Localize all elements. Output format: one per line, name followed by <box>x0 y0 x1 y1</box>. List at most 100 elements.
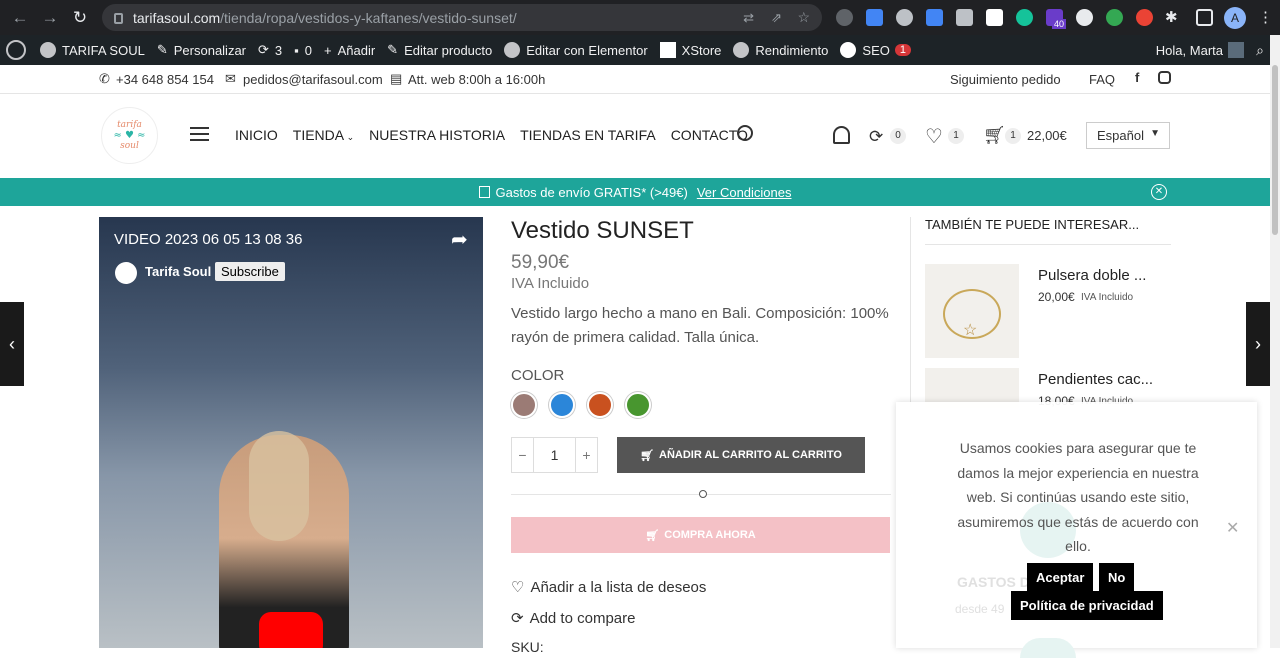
forward-icon[interactable]: → <box>35 8 65 28</box>
buy-now-button[interactable]: 🛒︎ COMPRA AHORA <box>511 517 890 553</box>
tracking-link[interactable]: Siguimiento pedido <box>950 72 1061 87</box>
share-icon[interactable]: ⇗ <box>771 10 782 26</box>
pinwheel-extension-icon[interactable] <box>1076 9 1093 26</box>
cart-button-icon: 🛒︎ <box>640 449 655 462</box>
site-logo[interactable]: tarifa ≈ ♥ ≈ soul <box>101 107 158 164</box>
related-item-name[interactable]: Pendientes cac... <box>1038 371 1153 388</box>
compare-icon[interactable]: ⟳ <box>869 127 883 147</box>
cart-icon[interactable]: 🛒︎ <box>983 125 1006 146</box>
qty-plus-button[interactable]: + <box>575 438 597 472</box>
language-select[interactable]: Español ▼ <box>1086 122 1170 149</box>
menu-item-tiendas[interactable]: TIENDAS EN TARIFA <box>520 127 656 143</box>
reload-icon[interactable]: ↻ <box>65 8 95 28</box>
logo-waves: ≈ ♥ ≈ <box>113 130 146 141</box>
wp-search-icon[interactable]: ⌕ <box>1256 42 1264 59</box>
search-icon[interactable] <box>737 125 753 141</box>
qty-input[interactable]: 1 <box>534 447 575 463</box>
wp-add-link[interactable]: + Añadir <box>324 43 375 58</box>
address-bar[interactable]: tarifasoul.com/tienda/ropa/vestidos-y-ka… <box>102 4 822 31</box>
wp-performance-link[interactable]: Rendimiento <box>733 42 828 58</box>
wp-xstore-link[interactable]: XStore <box>659 42 721 58</box>
elementor-icon <box>504 42 521 58</box>
color-extension-icon[interactable] <box>1106 9 1123 26</box>
translate-icon[interactable]: ⇄ <box>743 10 754 26</box>
scrollbar-thumb[interactable] <box>1272 65 1278 235</box>
phone-number[interactable]: +34 648 854 154 <box>116 72 214 87</box>
performance-icon <box>733 42 750 58</box>
s-extension-icon[interactable] <box>986 9 1003 26</box>
grammarly-extension-icon[interactable] <box>1016 9 1033 26</box>
facebook-icon[interactable]: f <box>1135 70 1139 85</box>
dashboard-icon <box>40 42 56 58</box>
url-host: tarifasoul.com <box>133 9 221 26</box>
menu-item-inicio[interactable]: INICIO <box>235 127 278 143</box>
recycle-extension-icon[interactable] <box>836 9 853 26</box>
related-item-name[interactable]: Pulsera doble ... <box>1038 267 1146 284</box>
product-video[interactable]: VIDEO 2023 06 05 13 08 36 ➦ Tarifa Soul … <box>99 217 483 648</box>
logo-word-bottom: soul <box>120 141 139 151</box>
language-select-value: Español <box>1097 128 1144 143</box>
cookie-reject-button[interactable]: No <box>1099 563 1135 592</box>
extensions-puzzle-icon[interactable]: ✱ <box>1165 8 1178 26</box>
wp-elementor-link[interactable]: Editar con Elementor <box>504 42 648 58</box>
add-to-wishlist-link[interactable]: ♡ Añadir a la lista de deseos <box>511 578 706 596</box>
swatch-blue[interactable] <box>549 392 575 418</box>
browser-menu-icon[interactable]: ⋮ <box>1258 8 1273 26</box>
pencil-icon: ✎ <box>387 42 399 57</box>
cookie-accept-button[interactable]: Aceptar <box>1027 563 1094 592</box>
camera-extension-icon[interactable] <box>956 9 973 26</box>
channel-avatar[interactable] <box>115 262 137 284</box>
promo-link[interactable]: Ver Condiciones <box>697 185 792 200</box>
brush-icon: ✎ <box>156 42 168 57</box>
wishlist-icon[interactable]: ♡ <box>925 124 943 149</box>
privacy-policy-button[interactable]: Política de privacidad <box>1011 591 1163 620</box>
chrome-extension-icon[interactable] <box>1136 9 1153 26</box>
wp-site-link[interactable]: TARIFA SOUL <box>40 42 145 58</box>
swatch-orange[interactable] <box>587 392 613 418</box>
swatch-green[interactable] <box>625 392 651 418</box>
menu-item-historia[interactable]: NUESTRA HISTORIA <box>369 127 505 143</box>
page-scrollbar[interactable] <box>1270 35 1280 648</box>
prev-product-arrow[interactable]: ‹ <box>0 302 24 386</box>
globe-extension-icon[interactable] <box>896 9 913 26</box>
email-address[interactable]: pedidos@tarifasoul.com <box>243 72 383 87</box>
wordpress-icon[interactable] <box>6 40 26 60</box>
wp-comments-link[interactable]: ▪ 0 <box>294 43 312 58</box>
cart-total[interactable]: 22,00€ <box>1027 128 1067 143</box>
translate-extension-icon[interactable] <box>926 9 943 26</box>
add-to-compare-link[interactable]: ⟳ Add to compare <box>511 609 635 627</box>
bookmark-star-icon[interactable]: ☆ <box>797 9 810 26</box>
wp-edit-product-link[interactable]: ✎ Editar producto <box>387 42 492 58</box>
faq-link[interactable]: FAQ <box>1089 72 1115 87</box>
site-header: tarifa ≈ ♥ ≈ soul INICIO TIENDA ⌄ NUESTRA … <box>0 95 1270 178</box>
instagram-icon[interactable] <box>1158 71 1171 84</box>
video-play-button[interactable] <box>259 612 323 648</box>
next-product-arrow[interactable]: › <box>1246 302 1270 386</box>
channel-name[interactable]: Tarifa Soul <box>145 264 211 279</box>
docs-extension-icon[interactable] <box>866 9 883 26</box>
add-to-cart-button[interactable]: 🛒︎ AÑADIR AL CARRITO AL CARRITO <box>617 437 865 473</box>
share-video-icon[interactable]: ➦ <box>451 227 468 252</box>
swatch-brown[interactable] <box>511 392 537 418</box>
wp-customize-link[interactable]: ✎ Personalizar <box>157 42 246 58</box>
menu-item-tienda[interactable]: TIENDA ⌄ <box>293 127 354 143</box>
wp-customize-label: Personalizar <box>173 42 247 58</box>
qty-minus-button[interactable]: − <box>512 438 534 472</box>
related-item-image[interactable]: ☆ <box>925 264 1019 358</box>
close-promo-icon[interactable]: ✕ <box>1151 184 1167 200</box>
wp-seo-link[interactable]: SEO 1 <box>840 42 911 58</box>
related-heading: TAMBIÉN TE PUEDE INTERESAR... <box>925 217 1140 232</box>
updates-icon: ⟳ <box>258 42 269 57</box>
plus-icon: + <box>324 42 332 58</box>
product-description: Vestido largo hecho a mano en Bali. Comp… <box>511 305 889 346</box>
wp-updates-link[interactable]: ⟳ 3 <box>258 42 282 58</box>
wp-account-link[interactable]: Hola, Marta <box>1156 42 1244 58</box>
subscribe-button[interactable]: Subscribe <box>215 262 285 281</box>
sidepanel-icon[interactable] <box>1196 9 1213 26</box>
back-icon[interactable]: ← <box>5 8 35 28</box>
account-icon[interactable] <box>833 126 850 144</box>
hamburger-menu-icon[interactable] <box>190 127 209 141</box>
wp-edit-product-label: Editar producto <box>404 42 493 58</box>
cookie-close-icon[interactable]: ✕ <box>1226 518 1239 538</box>
profile-avatar[interactable]: A <box>1224 7 1246 29</box>
